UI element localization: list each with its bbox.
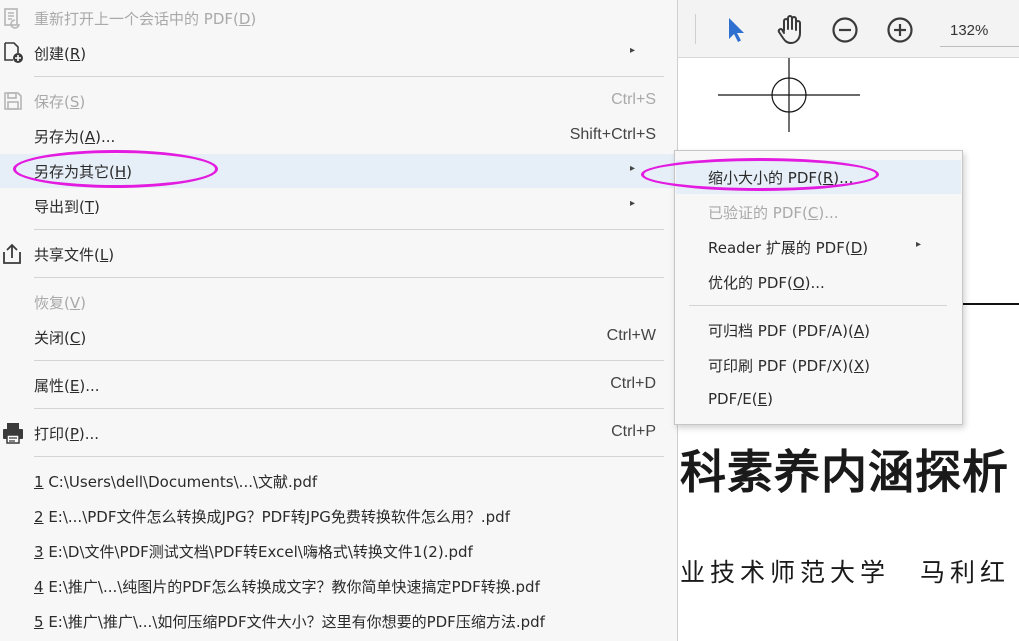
menu-shortcut: Ctrl+D — [610, 375, 656, 392]
menu-item-label: 打印(P)... — [34, 425, 100, 443]
recent-file-item[interactable]: 4 E:\推广\...\纯图片的PDF怎么转换成文字？教你简单快速搞定PDF转换… — [0, 569, 678, 603]
document-rule — [960, 303, 1019, 305]
submenu-item-label: 可归档 PDF (PDF/A)(A) — [708, 322, 870, 340]
menu-item-label: 导出到(T) — [34, 198, 100, 216]
menu-item-label: 恢复(V) — [34, 294, 86, 312]
save-item[interactable]: 保存(S) Ctrl+S — [0, 84, 678, 118]
recent-file-item[interactable]: 5 E:\推广\推广\...\如何压缩PDF文件大小？这里有你想要的PDF压缩方… — [0, 604, 678, 638]
reopen-last-session-item[interactable]: 重新打开上一个会话中的 PDF(D) — [0, 1, 678, 35]
menu-separator — [34, 277, 664, 278]
recent-file-item[interactable]: 3 E:\D\文件\PDF测试文档\PDF转Excel\嗨格式\转换文件1(2)… — [0, 534, 678, 568]
select-tool-icon[interactable] — [719, 13, 753, 47]
recent-file-label: 2 E:\...\PDF文件怎么转换成JPG？PDF转JPG免费转换软件怎么用？… — [34, 508, 510, 526]
share-file-item[interactable]: 共享文件(L) — [0, 237, 678, 271]
menu-shortcut: Ctrl+W — [606, 327, 656, 344]
menu-item-label: 另存为(A)... — [34, 128, 116, 146]
save-as-other-submenu: 缩小大小的 PDF(R)... 已验证的 PDF(C)... Reader 扩展的 … — [674, 150, 963, 425]
archivable-pdf-item[interactable]: 可归档 PDF (PDF/A)(A) — [676, 313, 961, 347]
zoom-value: 132% — [950, 22, 989, 39]
menu-item-label: 保存(S) — [34, 93, 86, 111]
toolbar-divider — [695, 14, 696, 44]
submenu-item-label: PDF/E(E) — [708, 390, 773, 408]
zoom-out-icon[interactable] — [828, 13, 862, 47]
hand-tool-icon[interactable] — [773, 13, 807, 47]
save-icon — [0, 88, 26, 114]
menu-item-label: 重新打开上一个会话中的 PDF(D) — [34, 10, 257, 28]
create-pdf-icon — [0, 40, 26, 66]
create-item[interactable]: 创建(R) ▸ — [0, 36, 678, 70]
revert-item[interactable]: 恢复(V) — [0, 285, 678, 319]
menu-separator — [34, 408, 664, 409]
recent-file-label: 5 E:\推广\推广\...\如何压缩PDF文件大小？这里有你想要的PDF压缩方… — [34, 613, 545, 631]
pdf-e-item[interactable]: PDF/E(E) — [676, 383, 961, 417]
submenu-separator — [689, 305, 947, 306]
file-menu: 重新打开上一个会话中的 PDF(D) 创建(R) ▸ 保存(S) Ctrl+S 另存为(A… — [0, 0, 678, 641]
menu-shortcut: Ctrl+S — [611, 91, 656, 108]
reduced-size-pdf-item[interactable]: 缩小大小的 PDF(R)... — [676, 160, 961, 194]
document-author: 业技术师范大学 马利红 — [680, 558, 1011, 587]
menu-separator — [34, 76, 664, 77]
submenu-arrow-icon: ▸ — [630, 45, 636, 56]
submenu-arrow-icon: ▸ — [630, 198, 636, 209]
menu-separator — [34, 456, 664, 457]
submenu-item-label: 可印刷 PDF (PDF/X)(X) — [708, 357, 871, 375]
viewer-toolbar: 132% — [678, 0, 1019, 58]
close-item[interactable]: 关闭(C) Ctrl+W — [0, 320, 678, 354]
menu-item-label: 关闭(C) — [34, 329, 87, 347]
menu-item-label: 属性(E)... — [34, 377, 100, 395]
menu-item-label: 另存为其它(H) — [34, 163, 132, 181]
save-as-other-item[interactable]: 另存为其它(H) ▸ — [0, 154, 678, 188]
submenu-item-label: 缩小大小的 PDF(R)... — [708, 169, 854, 187]
save-as-item[interactable]: 另存为(A)... Shift+Ctrl+S — [0, 119, 678, 153]
reader-extended-pdf-item[interactable]: Reader 扩展的 PDF(D) ▸ — [676, 230, 961, 264]
recent-file-label: 3 E:\D\文件\PDF测试文档\PDF转Excel\嗨格式\转换文件1(2)… — [34, 543, 473, 561]
recent-file-item[interactable]: 1 C:\Users\dell\Documents\...\文献.pdf — [0, 464, 678, 498]
export-to-item[interactable]: 导出到(T) ▸ — [0, 189, 678, 223]
certified-pdf-item[interactable]: 已验证的 PDF(C)... — [676, 195, 961, 229]
menu-shortcut: Ctrl+P — [611, 423, 656, 440]
submenu-arrow-icon: ▸ — [916, 239, 922, 250]
menu-shortcut: Shift+Ctrl+S — [569, 126, 656, 143]
submenu-item-label: 已验证的 PDF(C)... — [708, 204, 839, 222]
menu-separator — [34, 229, 664, 230]
registration-mark — [718, 58, 860, 132]
menu-item-label: 创建(R) — [34, 45, 87, 63]
optimized-pdf-item[interactable]: 优化的 PDF(O)... — [676, 265, 961, 299]
zoom-dropdown[interactable]: 132% — [940, 15, 1019, 47]
document-title: 科素养内涵探析 — [680, 445, 1009, 499]
reopen-icon — [0, 5, 26, 31]
recent-file-label: 1 C:\Users\dell\Documents\...\文献.pdf — [34, 473, 318, 491]
printable-pdf-item[interactable]: 可印刷 PDF (PDF/X)(X) — [676, 348, 961, 382]
submenu-item-label: Reader 扩展的 PDF(D) — [708, 239, 869, 257]
properties-item[interactable]: 属性(E)... Ctrl+D — [0, 368, 678, 402]
menu-item-label: 共享文件(L) — [34, 246, 115, 264]
print-icon — [0, 420, 26, 446]
menu-separator — [34, 360, 664, 361]
recent-file-item[interactable]: 2 E:\...\PDF文件怎么转换成JPG？PDF转JPG免费转换软件怎么用？… — [0, 499, 678, 533]
submenu-item-label: 优化的 PDF(O)... — [708, 274, 825, 292]
recent-file-label: 4 E:\推广\...\纯图片的PDF怎么转换成文字？教你简单快速搞定PDF转换… — [34, 578, 540, 596]
zoom-in-icon[interactable] — [883, 13, 917, 47]
submenu-arrow-icon: ▸ — [630, 163, 636, 174]
share-icon — [0, 241, 26, 267]
print-item[interactable]: 打印(P)... Ctrl+P — [0, 416, 678, 450]
